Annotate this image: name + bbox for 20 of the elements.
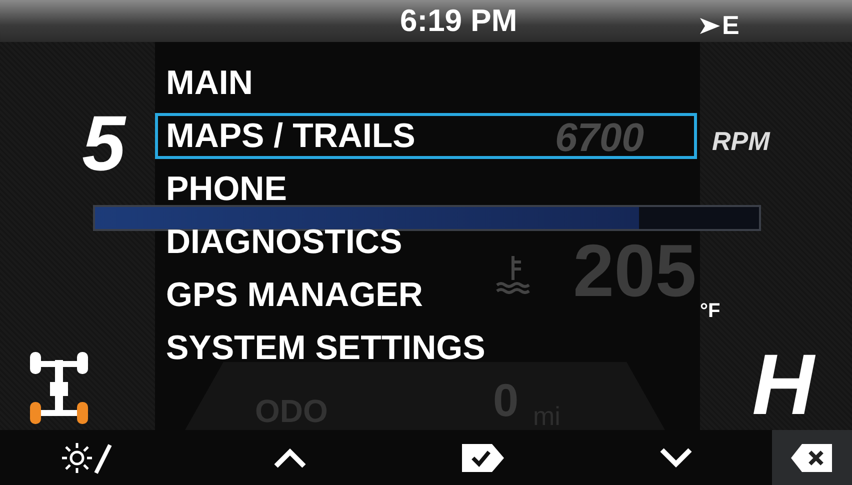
compass-heading: E (722, 9, 740, 42)
temperature-unit: °F (700, 299, 720, 324)
drive-range-indicator: H (752, 342, 814, 428)
backspace-icon (790, 442, 834, 474)
chevron-up-icon (272, 446, 306, 468)
menu-item[interactable]: GPS MANAGER (155, 272, 434, 318)
rpm-reading: 6700 (555, 118, 644, 158)
chevron-down-icon (658, 446, 692, 468)
heading-arrow-icon (700, 18, 720, 34)
menu-item[interactable]: SYSTEM SETTINGS (155, 324, 496, 370)
clock-time: 6:19 PM (400, 2, 518, 40)
coolant-temperature-icon (495, 254, 531, 294)
drivetrain-icon (28, 352, 90, 426)
menu-item[interactable]: DIAGNOSTICS (155, 218, 414, 264)
gear-indicator: 5 (82, 104, 126, 182)
menu-item[interactable]: MAIN (155, 60, 264, 106)
check-tag-icon (460, 442, 506, 474)
softkey-button[interactable] (772, 430, 852, 485)
menu-item[interactable]: PHONE (155, 166, 298, 212)
rpm-unit: RPM (712, 125, 770, 158)
